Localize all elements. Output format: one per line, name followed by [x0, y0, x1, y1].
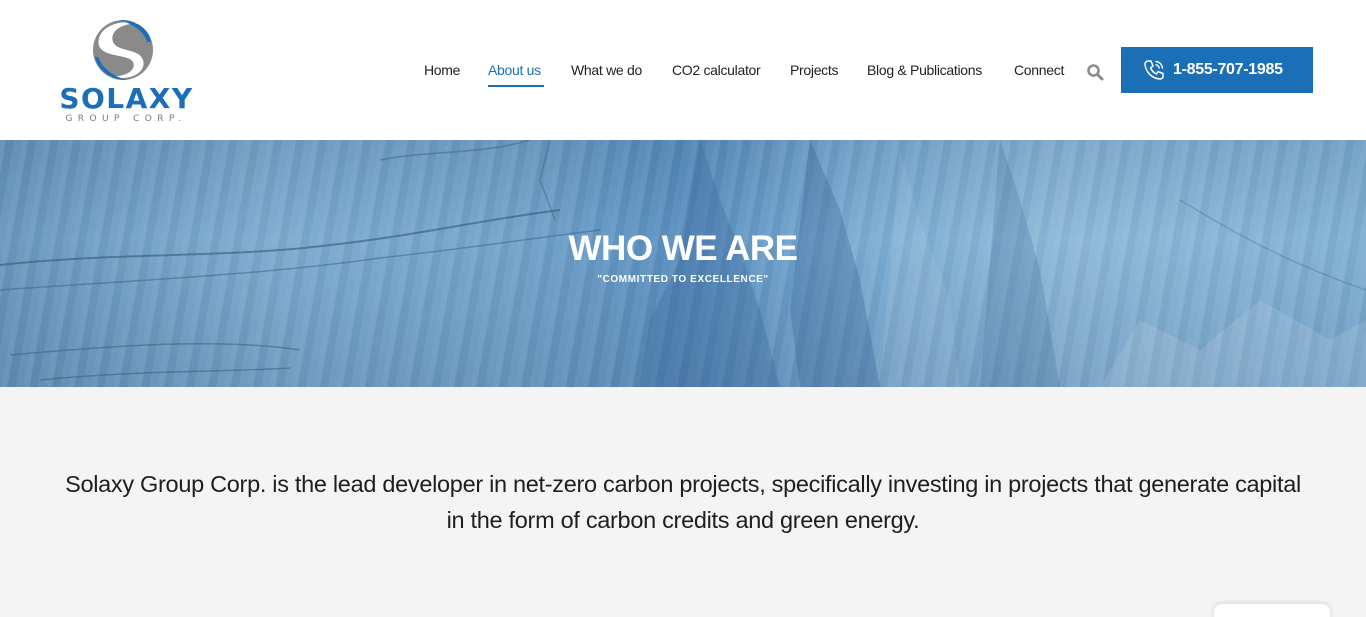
site-header: SOLAXY GROUP CORP. Home About us What we…: [0, 0, 1366, 140]
logo-subtitle: GROUP CORP.: [65, 114, 187, 124]
nav-item-about-us[interactable]: About us: [488, 60, 541, 80]
site-logo[interactable]: SOLAXY GROUP CORP.: [54, 16, 204, 126]
nav-item-what-we-do[interactable]: What we do: [571, 60, 642, 80]
phone-button[interactable]: 1-855-707-1985: [1121, 47, 1313, 93]
nav-item-projects[interactable]: Projects: [790, 60, 838, 80]
hero-subtitle: "COMMITTED TO EXCELLENCE": [597, 274, 769, 285]
logo-wordmark: SOLAXY: [59, 82, 194, 115]
hero-title: WHO WE ARE: [568, 229, 798, 268]
nav-item-home[interactable]: Home: [424, 60, 460, 80]
nav-item-blog-publications[interactable]: Blog & Publications: [867, 60, 982, 80]
nav-item-co2-calculator[interactable]: CO2 calculator: [672, 60, 761, 80]
phone-number: 1-855-707-1985: [1173, 61, 1283, 78]
phone-icon: [1144, 60, 1164, 80]
chat-widget[interactable]: [1214, 604, 1330, 617]
nav-active-underline: [488, 85, 544, 87]
solaxy-logo-icon: [93, 20, 153, 80]
nav-item-connect[interactable]: Connect: [1014, 60, 1064, 80]
search-icon[interactable]: [1086, 63, 1104, 81]
intro-paragraph: Solaxy Group Corp. is the lead developer…: [65, 471, 1301, 533]
